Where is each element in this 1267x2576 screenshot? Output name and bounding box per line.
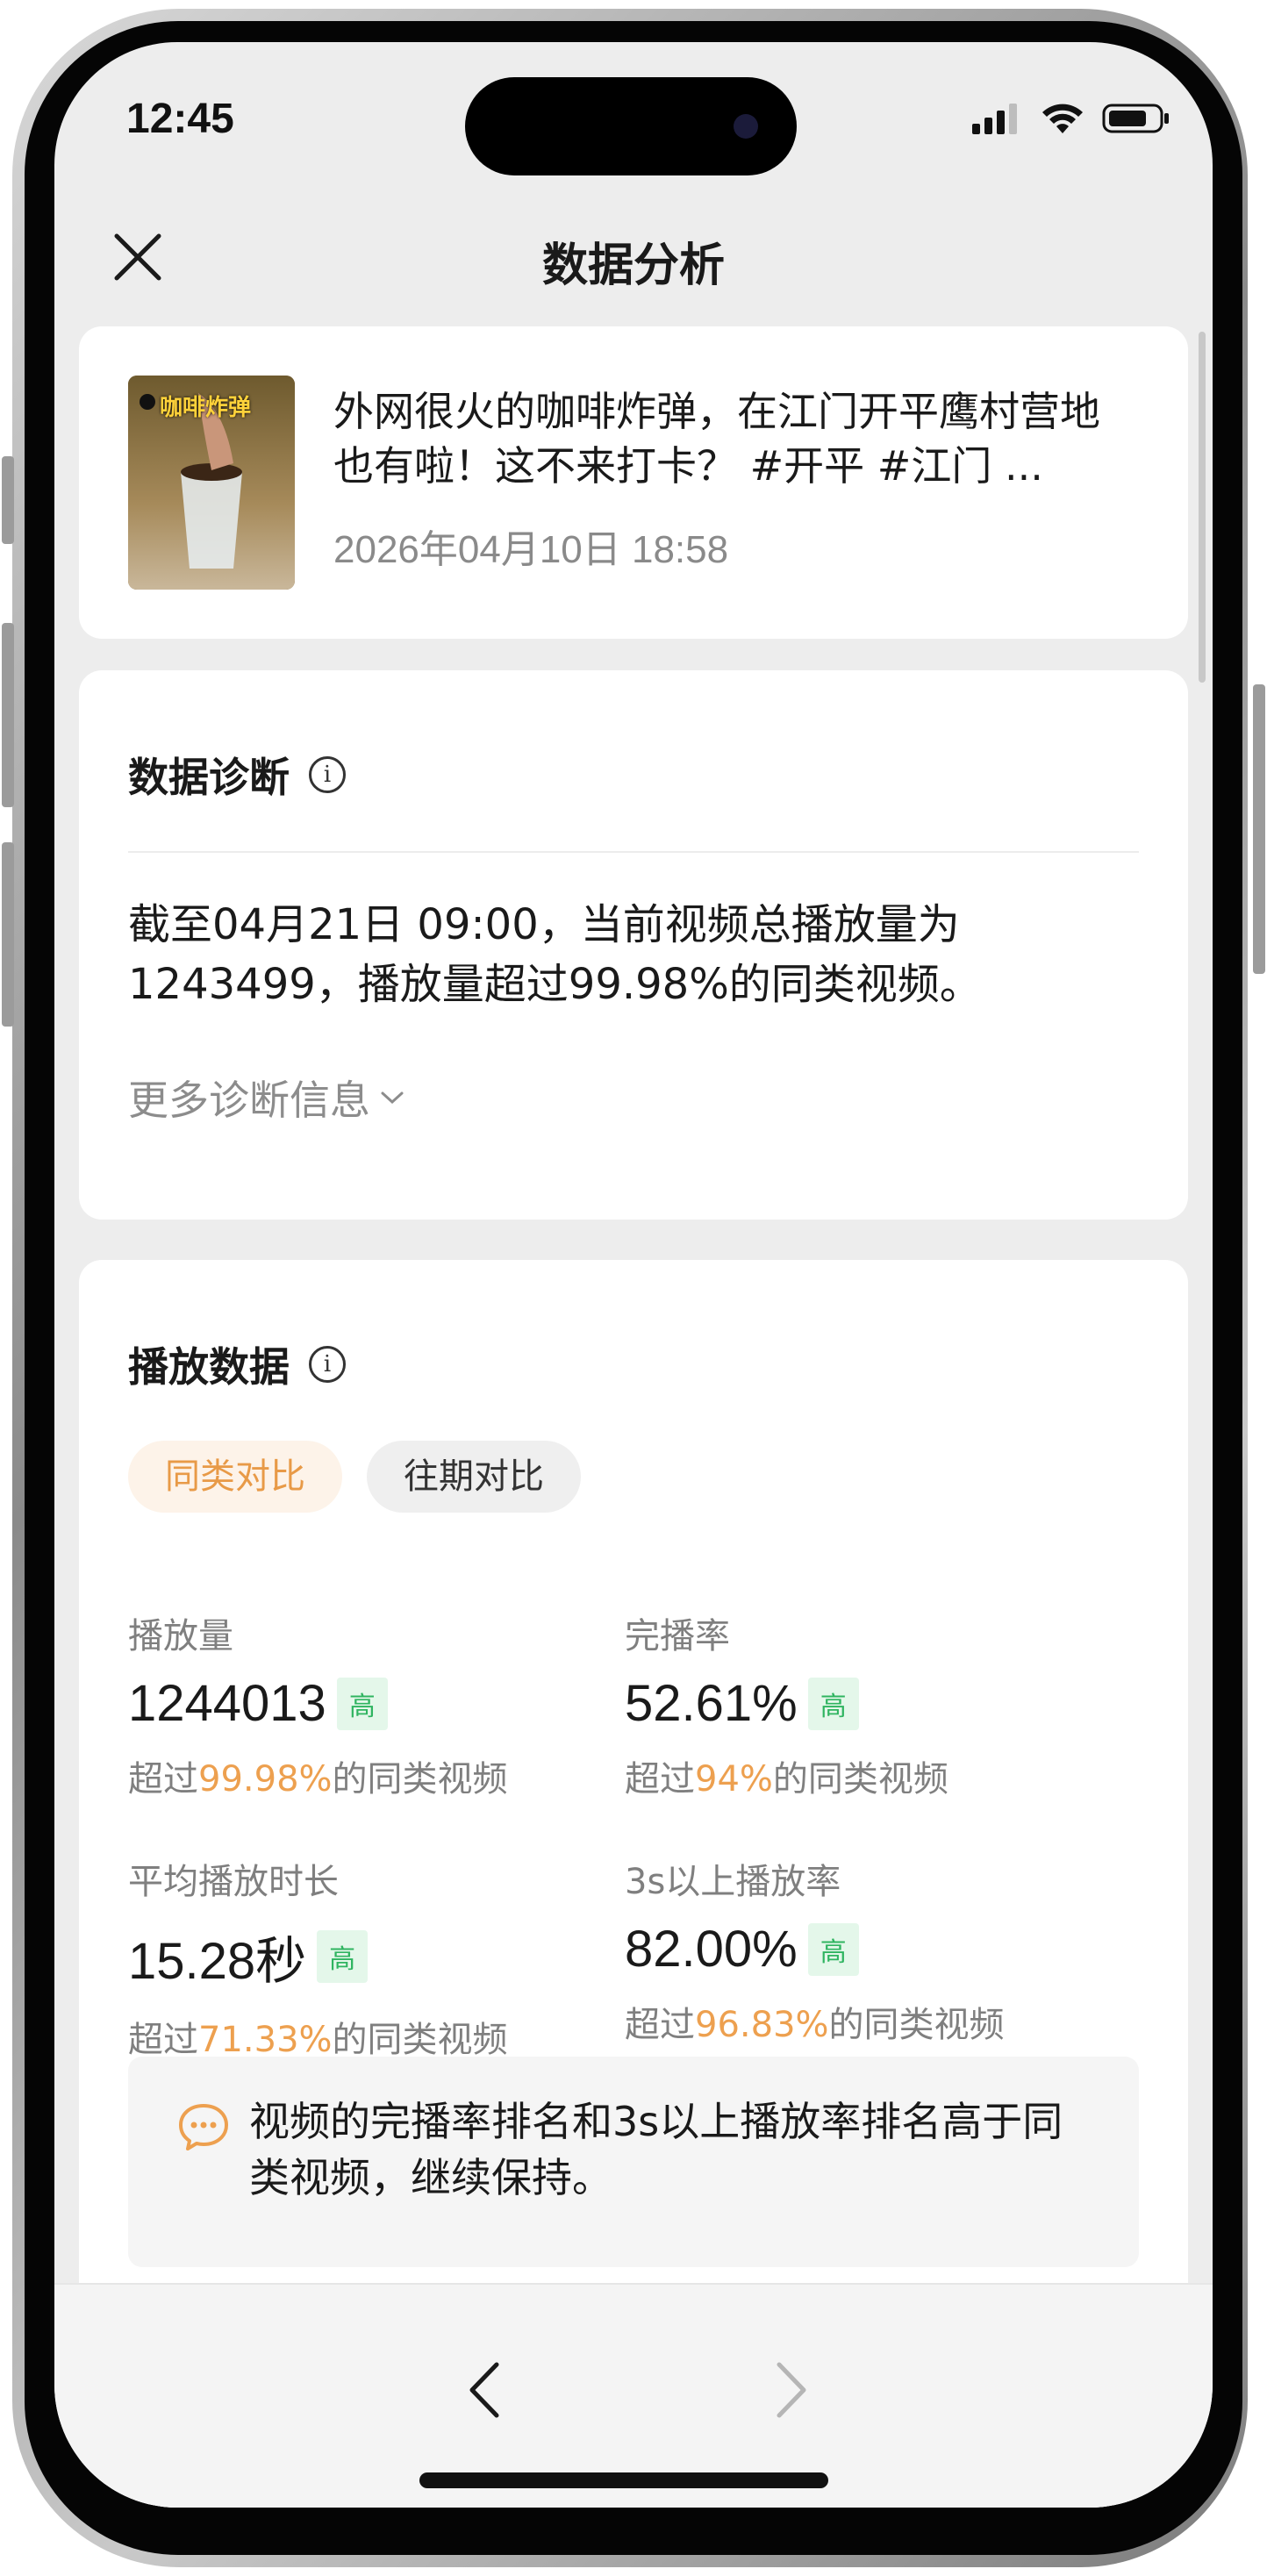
diagnosis-header: 数据诊断 i [128, 746, 346, 804]
comparison-suffix: 的同类视频 [828, 2005, 1005, 2045]
metric-label: 播放量 [128, 1616, 233, 1657]
metric-value: 82.00% [625, 1921, 798, 1978]
chat-bubble-icon [179, 2104, 228, 2150]
comparison-percent: 94% [695, 1759, 773, 1800]
metric-comparison: 超过99.98%的同类视频 [128, 1750, 619, 1801]
front-camera [734, 114, 758, 139]
comparison-suffix: 的同类视频 [332, 1759, 508, 1800]
comparison-percent: 71.33% [198, 2020, 333, 2060]
volume-down-button [2, 842, 14, 1027]
chevron-left-icon [469, 2362, 499, 2418]
next-button[interactable] [748, 2346, 835, 2434]
comparison-prefix: 超过 [625, 1759, 695, 1800]
divider [128, 851, 1139, 853]
play-data-header: 播放数据 i [128, 1335, 346, 1393]
comparison-prefix: 超过 [128, 1759, 198, 1800]
metric-play-count: 播放量 1244013 高 超过99.98%的同类视频 [128, 1607, 619, 1801]
more-diagnosis-button[interactable]: 更多诊断信息 [128, 1069, 405, 1127]
diagnosis-title: 数据诊断 [128, 754, 290, 801]
status-badge: 高 [807, 1922, 859, 1976]
battery-icon [1102, 104, 1169, 133]
video-title: 外网很火的咖啡炸弹，在江门开平鹰村营地也有啦！这不来打卡？ #开平 #江门 ..… [333, 388, 1100, 490]
comparison-prefix: 超过 [128, 2020, 198, 2060]
metric-comparison: 超过71.33%的同类视频 [128, 2011, 619, 2062]
metric-label: 完播率 [625, 1616, 730, 1657]
metric-comparison: 超过94%的同类视频 [625, 1750, 1116, 1801]
mute-switch [2, 456, 14, 544]
wifi-icon [1042, 104, 1083, 133]
advice-box: 视频的完播率排名和3s以上播放率排名高于同类视频，继续保持。 [128, 2057, 1139, 2267]
metric-avg-duration: 平均播放时长 15.28秒 高 超过71.33%的同类视频 [128, 1853, 619, 2062]
screen: 12:45 数据分析 咖啡炸弹 外网很火的咖啡炸弹，在江门开平鹰村营地也有啦！这… [54, 42, 1213, 2508]
tab-peer-comparison[interactable]: 同类对比 [128, 1441, 342, 1513]
more-diagnosis-label: 更多诊断信息 [128, 1077, 370, 1124]
thumbnail-caption: 咖啡炸弹 [160, 395, 252, 421]
chevron-down-icon [381, 1091, 404, 1105]
chevron-right-icon [777, 2362, 806, 2418]
bottom-navigation [54, 2283, 1213, 2508]
comparison-percent: 99.98% [198, 1759, 333, 1800]
previous-button[interactable] [440, 2346, 528, 2434]
signal-icon [972, 104, 1017, 134]
comparison-percent: 96.83% [695, 2005, 829, 2045]
video-publish-time: 2026年04月10日 18:58 [333, 528, 729, 571]
home-indicator[interactable] [419, 2472, 828, 2488]
metric-completion-rate: 完播率 52.61% 高 超过94%的同类视频 [625, 1607, 1116, 1801]
video-card[interactable]: 咖啡炸弹 外网很火的咖啡炸弹，在江门开平鹰村营地也有啦！这不来打卡？ #开平 #… [79, 326, 1188, 639]
status-icons [972, 102, 1170, 135]
comparison-suffix: 的同类视频 [772, 1759, 948, 1800]
comparison-prefix: 超过 [625, 2005, 695, 2045]
status-badge: 高 [336, 1677, 388, 1730]
dynamic-island [465, 77, 797, 175]
metric-value: 52.61% [625, 1675, 798, 1732]
metric-comparison: 超过96.83%的同类视频 [625, 1996, 1116, 2047]
comparison-tabs: 同类对比 往期对比 [128, 1441, 581, 1513]
metric-3s-play-rate: 3s以上播放率 82.00% 高 超过96.83%的同类视频 [625, 1853, 1116, 2047]
info-icon[interactable]: i [309, 756, 346, 793]
tab-history-comparison[interactable]: 往期对比 [367, 1441, 581, 1513]
status-time: 12:45 [126, 96, 234, 142]
scrollbar[interactable] [1199, 332, 1206, 683]
metric-label: 3s以上播放率 [625, 1862, 841, 1902]
play-data-title: 播放数据 [128, 1343, 290, 1391]
status-badge: 高 [317, 1930, 369, 1983]
volume-up-button [2, 623, 14, 807]
power-button [1253, 684, 1265, 974]
metric-value: 15.28秒 [128, 1933, 307, 1990]
metric-label: 平均播放时长 [128, 1862, 339, 1902]
metric-value: 1244013 [128, 1675, 326, 1732]
video-thumbnail: 咖啡炸弹 [128, 376, 295, 590]
diagnosis-card: 数据诊断 i 截至04月21日 09:00，当前视频总播放量为1243499，播… [79, 670, 1188, 1220]
advice-text: 视频的完播率排名和3s以上播放率排名高于同类视频，继续保持。 [249, 2098, 1063, 2201]
info-icon[interactable]: i [309, 1346, 346, 1383]
page-title: 数据分析 [541, 240, 725, 292]
diagnosis-summary: 截至04月21日 09:00，当前视频总播放量为1243499，播放量超过99.… [128, 900, 982, 1009]
comparison-suffix: 的同类视频 [332, 2020, 508, 2060]
status-badge: 高 [807, 1677, 859, 1730]
